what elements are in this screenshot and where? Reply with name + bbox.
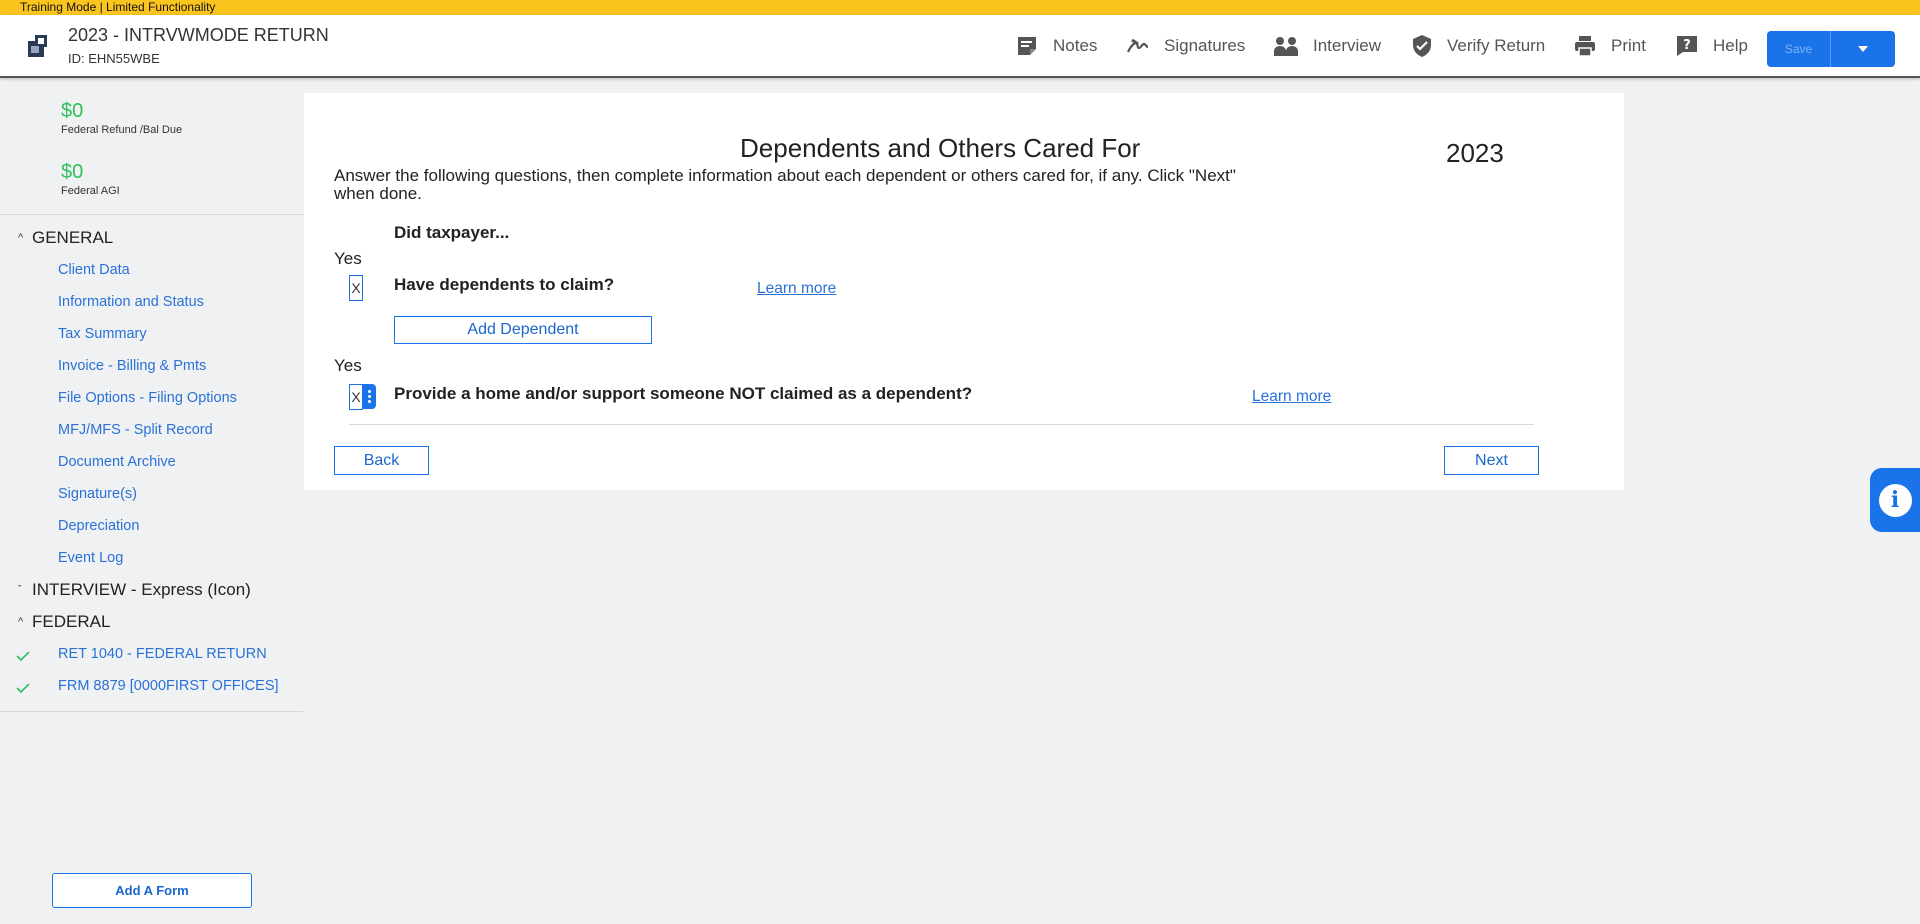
form-title: Dependents and Others Cared For xyxy=(740,133,1141,163)
verify-return-label: Verify Return xyxy=(1447,36,1546,55)
save-button-group: Save xyxy=(1767,31,1895,67)
chevron-up-icon: ^ xyxy=(18,232,24,244)
signature-icon xyxy=(1127,38,1149,53)
help-nav[interactable]: ? Help xyxy=(1675,31,1748,61)
q2-options-menu[interactable] xyxy=(363,384,376,409)
q2-yes-label: Yes xyxy=(334,356,362,375)
sidebar-item-tax-summary[interactable]: Tax Summary xyxy=(58,326,147,342)
interview-nav[interactable]: Interview xyxy=(1273,31,1381,61)
back-button[interactable]: Back xyxy=(334,446,429,475)
printer-icon xyxy=(1575,36,1595,57)
sidebar-section-general[interactable]: ^ GENERAL xyxy=(18,228,113,248)
info-button[interactable]: i xyxy=(1870,468,1920,532)
form-divider xyxy=(349,424,1534,425)
federal-agi-amount: $0 xyxy=(61,161,84,183)
q1-checkbox[interactable]: X xyxy=(349,275,363,301)
save-options-dropdown[interactable] xyxy=(1830,31,1895,67)
sidebar: $0 Federal Refund /Bal Due $0 Federal AG… xyxy=(0,80,303,924)
q1-question-text: Have dependents to claim? xyxy=(394,275,615,294)
next-button[interactable]: Next xyxy=(1444,446,1539,475)
signatures-nav[interactable]: Signatures xyxy=(1126,31,1245,61)
save-button[interactable]: Save xyxy=(1767,31,1830,67)
chevron-down-icon: ˇ xyxy=(18,584,22,596)
kebab-dot-icon xyxy=(368,400,371,403)
check-icon xyxy=(16,683,30,693)
form-instructions: Answer the following questions, then com… xyxy=(334,166,1236,203)
sidebar-item-event-log[interactable]: Event Log xyxy=(58,550,123,566)
federal-refund-label: Federal Refund /Bal Due xyxy=(61,124,183,136)
federal-agi-label: Federal AGI xyxy=(61,185,120,197)
section-label: GENERAL xyxy=(32,228,114,247)
shield-check-icon xyxy=(1413,35,1431,57)
q2-question-text: Provide a home and/or support someone NO… xyxy=(394,384,973,403)
sidebar-section-interview[interactable]: ˇ INTERVIEW - Express (Icon) xyxy=(18,580,251,600)
notes-nav[interactable]: Notes xyxy=(1015,31,1097,61)
sidebar-divider xyxy=(0,711,303,712)
sidebar-item-client-data[interactable]: Client Data xyxy=(58,262,130,278)
help-icon: ? xyxy=(1677,36,1697,56)
kebab-dot-icon xyxy=(368,395,371,398)
sidebar-item-file-options[interactable]: File Options - Filing Options xyxy=(58,390,237,406)
verify-return-nav[interactable]: Verify Return xyxy=(1411,31,1545,61)
form-year: 2023 xyxy=(1446,138,1504,168)
question-heading: Did taxpayer... xyxy=(394,223,510,242)
caret-down-icon xyxy=(1858,46,1868,52)
notes-icon xyxy=(1018,37,1036,55)
sidebar-item-frm-8879[interactable]: FRM 8879 [0000FIRST OFFICES] xyxy=(58,678,279,694)
sidebar-item-document-archive[interactable]: Document Archive xyxy=(58,454,176,470)
help-label: Help xyxy=(1713,36,1748,55)
svg-text:?: ? xyxy=(1683,38,1691,53)
interview-label: Interview xyxy=(1313,36,1382,55)
sidebar-item-information-status[interactable]: Information and Status xyxy=(58,294,204,310)
sidebar-section-federal[interactable]: ^ FEDERAL xyxy=(18,612,110,632)
section-label: FEDERAL xyxy=(32,612,111,631)
sidebar-item-depreciation[interactable]: Depreciation xyxy=(58,518,139,534)
q2-learn-more-link[interactable]: Learn more xyxy=(1252,388,1331,406)
q1-learn-more-link[interactable]: Learn more xyxy=(757,280,836,298)
print-nav[interactable]: Print xyxy=(1573,31,1646,61)
app-logo-icon xyxy=(28,35,47,57)
signatures-label: Signatures xyxy=(1164,36,1246,55)
chevron-up-icon: ^ xyxy=(18,616,24,628)
notes-label: Notes xyxy=(1053,36,1098,55)
top-bar: 2023 - INTRVWMODE RETURN ID: EHN55WBE No… xyxy=(0,15,1920,78)
sidebar-divider xyxy=(0,214,303,215)
add-dependent-button[interactable]: Add Dependent xyxy=(394,316,652,344)
sidebar-item-invoice[interactable]: Invoice - Billing & Pmts xyxy=(58,358,206,374)
sidebar-item-split-record[interactable]: MFJ/MFS - Split Record xyxy=(58,422,213,438)
federal-refund-amount: $0 xyxy=(61,100,84,122)
q1-yes-label: Yes xyxy=(334,249,362,268)
interview-icon xyxy=(1274,37,1298,56)
check-icon xyxy=(16,651,30,661)
return-title: 2023 - INTRVWMODE RETURN xyxy=(68,25,329,45)
sidebar-item-ret-1040[interactable]: RET 1040 - FEDERAL RETURN xyxy=(58,646,267,662)
info-icon: i xyxy=(1878,483,1912,517)
q2-checkbox[interactable]: X xyxy=(349,384,363,410)
section-label: INTERVIEW - Express (Icon) xyxy=(32,580,251,599)
print-label: Print xyxy=(1611,36,1646,55)
add-form-button[interactable]: Add A Form xyxy=(52,873,252,908)
return-id: ID: EHN55WBE xyxy=(68,51,160,66)
kebab-dot-icon xyxy=(368,390,371,393)
training-mode-banner: Training Mode | Limited Functionality xyxy=(0,0,1920,15)
sidebar-item-signatures[interactable]: Signature(s) xyxy=(58,486,137,502)
